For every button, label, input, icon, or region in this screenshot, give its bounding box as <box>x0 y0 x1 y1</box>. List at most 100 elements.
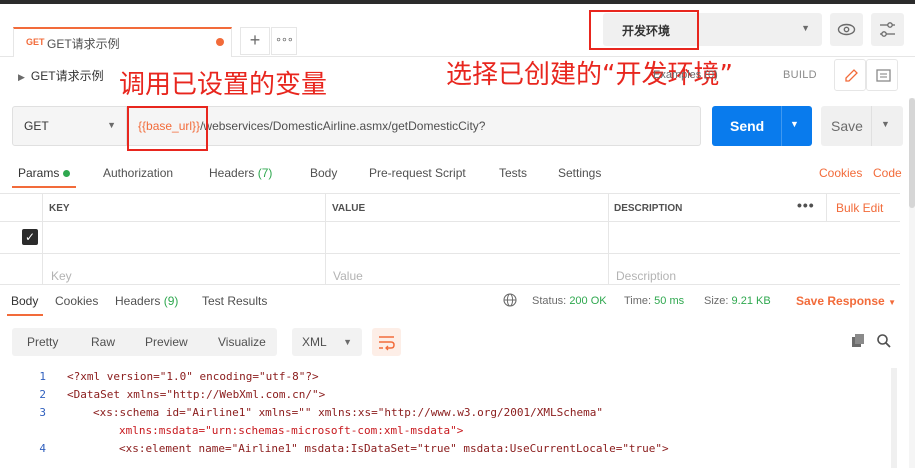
response-bar: Body Cookies Headers (9) Test Results St… <box>0 287 915 315</box>
search-button[interactable] <box>876 333 892 352</box>
page-scrollbar-thumb[interactable] <box>909 98 915 208</box>
code-line: xmlns:msdata="urn:schemas-microsoft-com:… <box>119 424 464 437</box>
tab-settings[interactable]: Settings <box>558 166 601 180</box>
code-line: <?xml version="1.0" encoding="utf-8"?> <box>67 370 319 383</box>
time-value: 50 ms <box>654 295 685 307</box>
copy-button[interactable] <box>850 333 866 352</box>
code-line: <xs:schema id="Airline1" xmlns="" xmlns:… <box>93 406 603 419</box>
view-visualize[interactable]: Visualize <box>218 335 266 349</box>
save-response-label: Save Response <box>796 294 885 308</box>
chevron-down-icon[interactable]: ▼ <box>790 119 799 129</box>
pencil-icon <box>845 69 858 82</box>
code-line: <DataSet xmlns="http://WebXml.com.cn/"> <box>67 388 326 401</box>
url-input[interactable]: {{base_url}}/webservices/DomesticAirline… <box>127 106 701 146</box>
chevron-down-icon: ▼ <box>888 298 896 307</box>
chevron-down-icon[interactable]: ▼ <box>881 119 890 129</box>
chevron-down-icon: ▼ <box>801 23 810 33</box>
size-text: Size: 9.21 KB <box>704 295 771 307</box>
edit-button[interactable] <box>834 59 866 91</box>
tab-headers-count: (7) <box>257 166 273 180</box>
method-select[interactable]: GET ▼ <box>12 106 127 146</box>
view-preview[interactable]: Preview <box>145 335 188 349</box>
table-divider <box>608 194 609 284</box>
table-divider <box>0 253 900 254</box>
examples-count: 0 <box>708 69 715 81</box>
more-options-icon[interactable]: ••• <box>797 197 815 213</box>
tab-pre-request-script[interactable]: Pre-request Script <box>369 166 466 180</box>
format-value: XML <box>302 335 327 349</box>
wrap-lines-button[interactable] <box>372 328 401 356</box>
chevron-right-icon: ▶ <box>18 72 25 82</box>
column-value: VALUE <box>332 203 366 214</box>
chevron-down-icon: ▼ <box>343 337 352 347</box>
send-label: Send <box>730 118 765 134</box>
request-tab[interactable]: GET GET请求示例 <box>13 27 232 57</box>
size-label: Size: <box>704 295 729 307</box>
tab-params-label: Params <box>18 166 60 180</box>
search-icon <box>877 334 891 348</box>
comment-icon <box>876 69 891 82</box>
save-response-button[interactable]: Save Response ▼ <box>796 294 896 308</box>
size-value: 9.21 KB <box>731 295 771 307</box>
send-button[interactable]: Send ▼ <box>712 106 812 146</box>
response-tab-headers[interactable]: Headers (9) <box>115 294 178 308</box>
table-divider <box>0 221 900 222</box>
format-select[interactable]: XML ▼ <box>292 328 362 356</box>
examples-dropdown[interactable]: Examples (0) <box>653 69 718 81</box>
save-button[interactable]: Save ▼ <box>821 106 903 146</box>
environment-quick-look-button[interactable] <box>830 13 863 46</box>
code-link[interactable]: Code <box>873 166 902 180</box>
response-tab-cookies[interactable]: Cookies <box>55 294 98 308</box>
status-text: Status: 200 OK <box>532 295 607 307</box>
params-table: KEY VALUE DESCRIPTION ••• Bulk Edit <box>0 193 900 284</box>
build-label: BUILD <box>783 69 817 81</box>
row-checkbox[interactable]: ✓ <box>22 229 38 245</box>
view-mode-bar: Pretty Raw Preview Visualize <box>12 328 277 356</box>
save-label: Save <box>831 118 863 134</box>
method-value: GET <box>24 119 49 133</box>
globe-icon[interactable] <box>503 293 517 310</box>
table-divider <box>0 284 900 285</box>
response-tab-underline <box>7 314 43 316</box>
request-title[interactable]: ▶ GET请求示例 <box>18 67 104 84</box>
copy-icon <box>852 334 864 347</box>
tab-params[interactable]: Params <box>18 166 71 180</box>
url-path: /webservices/DomesticAirline.asmx/getDom… <box>200 119 486 133</box>
active-tab-underline <box>12 186 76 188</box>
tab-body[interactable]: Body <box>310 166 337 180</box>
new-tab-button[interactable]: + <box>240 27 270 55</box>
tab-tests[interactable]: Tests <box>499 166 527 180</box>
wrap-icon <box>379 336 395 351</box>
manage-environments-button[interactable] <box>871 13 904 46</box>
tab-authorization[interactable]: Authorization <box>103 166 173 180</box>
annotation-box-variable <box>127 106 208 151</box>
key-input[interactable]: Key <box>51 269 72 283</box>
view-pretty[interactable]: Pretty <box>27 335 58 349</box>
status-label: Status: <box>532 295 567 307</box>
description-input[interactable]: Description <box>616 269 676 283</box>
cookies-link[interactable]: Cookies <box>819 166 862 180</box>
code-scrollbar[interactable] <box>891 368 897 468</box>
column-key: KEY <box>49 203 70 214</box>
send-divider <box>781 106 782 146</box>
comments-button[interactable] <box>866 59 898 91</box>
line-number: 2 <box>39 388 46 401</box>
request-title-text: GET请求示例 <box>30 69 104 83</box>
response-code-view[interactable]: 1 2 3 4 <?xml version="1.0" encoding="ut… <box>0 368 890 468</box>
line-number: 1 <box>39 370 46 383</box>
value-input[interactable]: Value <box>333 269 363 283</box>
tab-name: GET请求示例 <box>47 37 120 51</box>
line-number: 4 <box>39 442 46 455</box>
time-label: Time: <box>624 295 652 307</box>
tab-headers[interactable]: Headers (7) <box>209 166 272 180</box>
examples-label: Examples <box>653 69 702 81</box>
save-divider <box>871 106 872 146</box>
response-tab-body[interactable]: Body <box>11 294 38 308</box>
response-tab-test-results[interactable]: Test Results <box>202 294 267 308</box>
view-raw[interactable]: Raw <box>91 335 115 349</box>
request-tabs: Params Authorization Headers (7) Body Pr… <box>0 158 915 188</box>
annotation-box-environment <box>589 10 699 50</box>
eye-icon <box>837 23 856 36</box>
bulk-edit-link[interactable]: Bulk Edit <box>836 201 883 215</box>
more-tabs-button[interactable]: ∘∘∘ <box>271 27 297 55</box>
